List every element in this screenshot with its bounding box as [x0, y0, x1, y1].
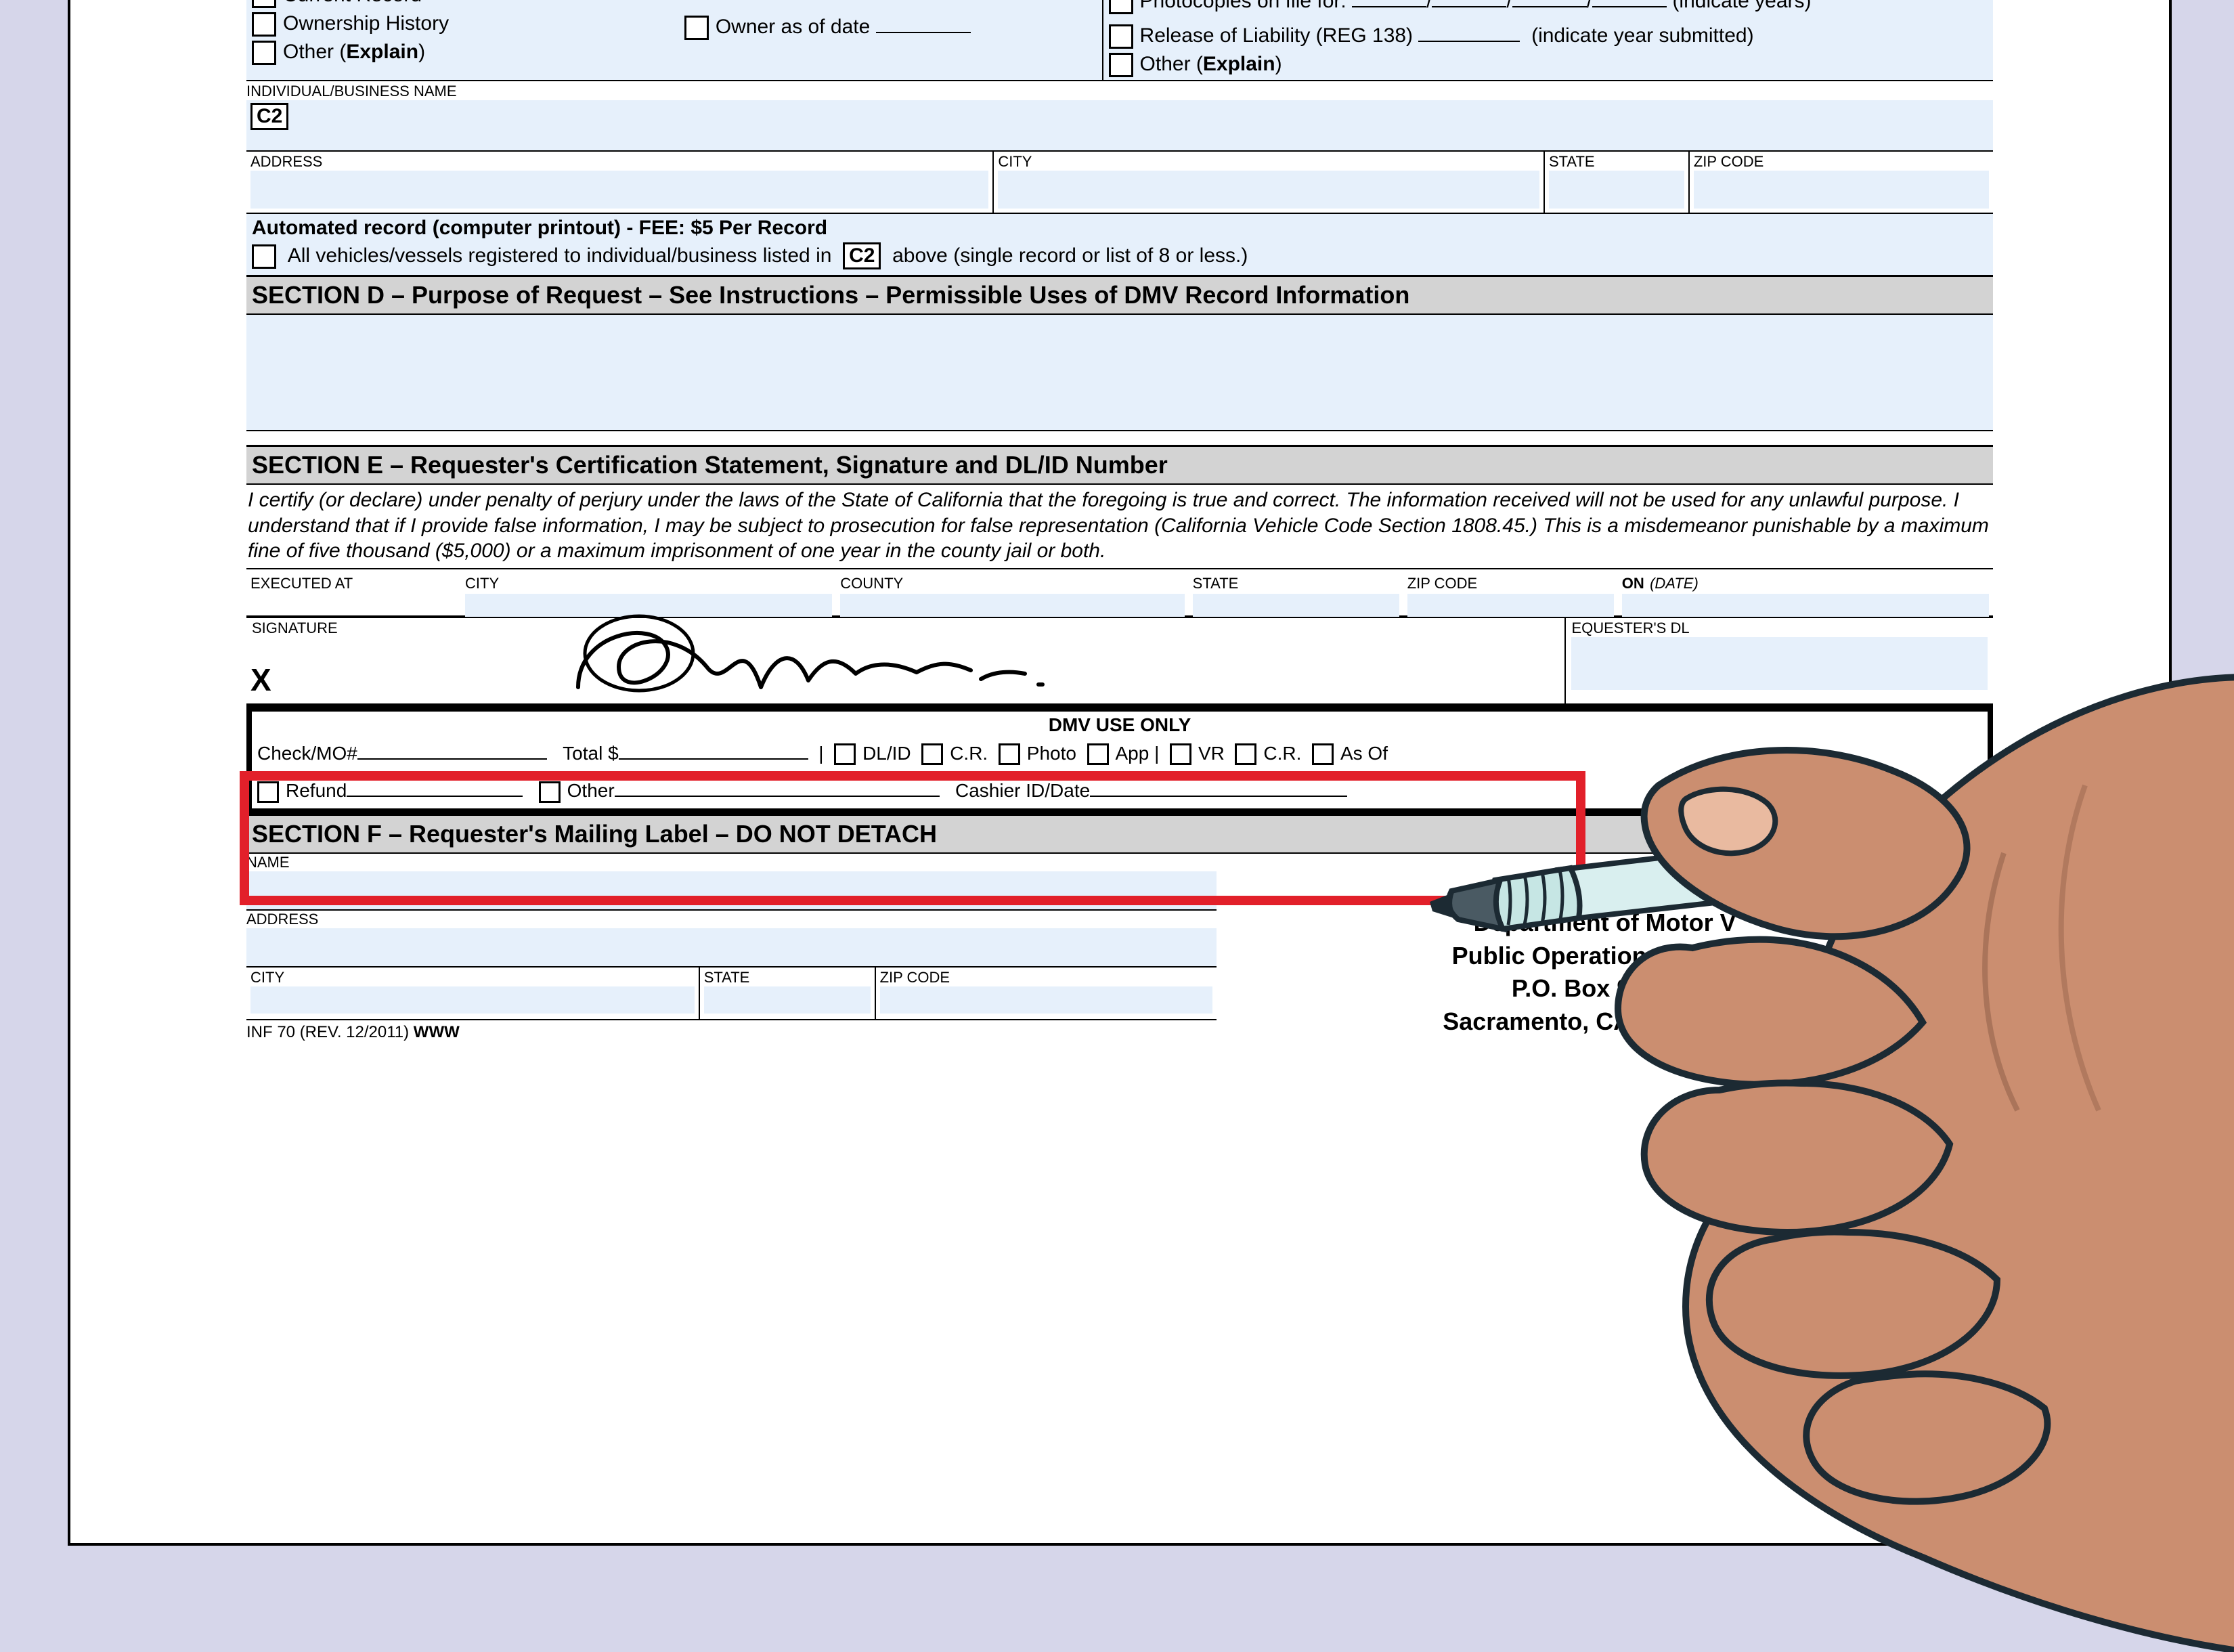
req-dl-label: EQUESTER'S DL [1571, 620, 1988, 637]
f-name-label: NAME [246, 854, 1217, 871]
lbl-asof: As Of [1340, 743, 1388, 764]
cb-asof[interactable] [1312, 743, 1334, 765]
exec-state-label: STATE [1193, 575, 1239, 592]
lbl-dlid: DL/ID [862, 743, 911, 764]
dmv-check: Check/MO# [257, 743, 357, 764]
checkbox-current-record[interactable] [252, 0, 276, 8]
lbl-cr: C.R. [950, 743, 988, 764]
checkbox-owner-asof[interactable] [684, 16, 709, 40]
opt-other-a: Other ( [283, 41, 346, 63]
exec-county-label: COUNTY [840, 575, 903, 592]
checkbox-all-vehicles[interactable] [252, 244, 276, 269]
cb-vr[interactable] [1170, 743, 1191, 765]
checkbox-photocopies[interactable] [1109, 0, 1133, 14]
mail-line1: Department of Motor V [1217, 907, 1993, 940]
all-vehicles-a: All vehicles/vessels registered to indiv… [288, 244, 832, 267]
city-label: CITY [998, 153, 1539, 171]
f-state-label: STATE [704, 969, 871, 986]
ibn-label: INDIVIDUAL/BUSINESS NAME [246, 83, 1993, 100]
mail-line0a: MAIL [1492, 876, 1558, 904]
f-zip-label: ZIP CODE [880, 969, 1213, 986]
c2-tag: C2 [250, 103, 288, 130]
section-e-bar: SECTION E – Requester's Certification St… [246, 445, 1993, 485]
f-city-label: CITY [250, 969, 695, 986]
opt-owner-asof-label: Owner as of date [716, 16, 870, 38]
cb-app[interactable] [1087, 743, 1109, 765]
all-vehicles-b: above (single record or list of 8 or les… [892, 244, 1248, 267]
checkbox-other-left[interactable] [252, 41, 276, 65]
footer-www: WWW [414, 1023, 460, 1041]
dmv-heading: DMV USE ONLY [257, 714, 1982, 736]
opt-other-close-b: ) [1275, 53, 1282, 75]
exec-zip-label: ZIP CODE [1407, 575, 1478, 592]
section-d-bar: SECTION D – Purpose of Request – See Ins… [246, 275, 1993, 315]
section-d-body [246, 315, 1993, 431]
page-frame: Automated record (computer printout) - F… [68, 0, 2172, 1546]
opt-other-b: Other ( [1140, 53, 1203, 75]
cb-refund[interactable] [257, 781, 279, 803]
indicate-submitted: (indicate year submitted) [1531, 24, 1753, 47]
section-f-bar: SECTION F – Requester's Mailing Label – … [246, 814, 1993, 854]
cb-cr[interactable] [921, 743, 943, 765]
footer-rev: INF 70 (REV. 12/2011) [246, 1023, 414, 1041]
checkbox-other-right[interactable] [1109, 53, 1133, 77]
opt-other-explain: Explain [346, 41, 418, 63]
lbl-refund: Refund [286, 780, 347, 801]
cb-cr2[interactable] [1235, 743, 1256, 765]
mail-line4: Sacramento, CA 94244-2470 [1217, 1005, 1993, 1039]
opt-current-label: Current Record [283, 0, 422, 6]
checkbox-ownership-history[interactable] [252, 12, 276, 37]
lbl-cr2: C.R. [1263, 743, 1301, 764]
exec-on-label: ON [1622, 575, 1644, 592]
cb-photo[interactable] [999, 743, 1020, 765]
c2-tag-2: C2 [843, 242, 881, 269]
exec-city-label: CITY [465, 575, 499, 592]
mail-line2: Public Operations — G199 [1217, 940, 1993, 973]
sig-x: X [250, 661, 271, 698]
executed-label: EXECUTED AT [250, 575, 353, 592]
lbl-app: App | [1116, 743, 1160, 764]
lbl-vr: VR [1198, 743, 1225, 764]
lbl-other: Other [567, 780, 615, 801]
auto-header-2: Automated record (computer printout) - F… [252, 217, 1988, 240]
opt-photo-label: Photocopies on file for: [1140, 0, 1346, 12]
checkbox-release[interactable] [1109, 24, 1133, 49]
lbl-cashier: Cashier ID/Date [955, 780, 1090, 801]
opt-other-explain-b: Explain [1203, 53, 1275, 75]
form-body: Automated record (computer printout) - F… [246, 0, 1993, 1042]
signature-scribble [538, 606, 1052, 701]
cb-other[interactable] [539, 781, 561, 803]
state-label: STATE [1549, 153, 1684, 171]
opt-other-close: ) [418, 41, 425, 63]
opt-release-label: Release of Liability (REG 138) [1140, 24, 1414, 47]
zip-label: ZIP CODE [1694, 153, 1989, 171]
f-addr-label: ADDRESS [246, 911, 1217, 928]
mail-line3: P.O. Box 944247 [1217, 972, 1993, 1005]
indicate-years: (indicate years) [1672, 0, 1811, 12]
cert-statement: I certify (or declare) under penalty of … [246, 485, 1993, 568]
cb-dlid[interactable] [834, 743, 856, 765]
exec-date-label: (DATE) [1650, 575, 1699, 592]
opt-history-label: Ownership History [283, 12, 449, 35]
mail-line0b: BOTH PAGES [1558, 876, 1717, 904]
dmv-total: Total $ [563, 743, 619, 764]
addr-label: ADDRESS [250, 153, 988, 171]
lbl-photo: Photo [1027, 743, 1076, 764]
